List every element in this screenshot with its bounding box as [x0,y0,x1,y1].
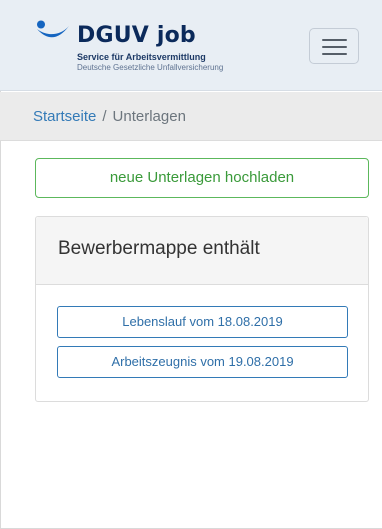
site-header: DGUV job Service für Arbeitsvermittlung … [0,0,382,91]
breadcrumb-separator: / [102,108,107,125]
menu-toggle-button[interactable] [309,28,359,64]
upload-documents-button[interactable]: neue Unterlagen hochladen [35,158,369,198]
document-button-reference[interactable]: Arbeitszeugnis vom 19.08.2019 [57,346,348,378]
logo-subtitle: Service für Arbeitsvermittlung [77,52,206,62]
portfolio-card: Bewerbermappe enthält Lebenslauf vom 18.… [35,216,369,402]
dguv-job-logo[interactable]: DGUV job Service für Arbeitsvermittlung … [35,20,275,80]
document-button-cv[interactable]: Lebenslauf vom 18.08.2019 [57,306,348,338]
dguv-logo-icon [37,20,69,38]
breadcrumb-current: Unterlagen [112,108,186,125]
logo-title: DGUV job [77,23,196,48]
portfolio-title: Bewerbermappe enthält [58,238,260,259]
breadcrumb: Startseite / Unterlagen [0,92,382,141]
breadcrumb-home-link[interactable]: Startseite [33,108,96,125]
portfolio-card-header: Bewerbermappe enthält [36,217,368,285]
logo-organization: Deutsche Gesetzliche Unfallversicherung [77,63,224,72]
